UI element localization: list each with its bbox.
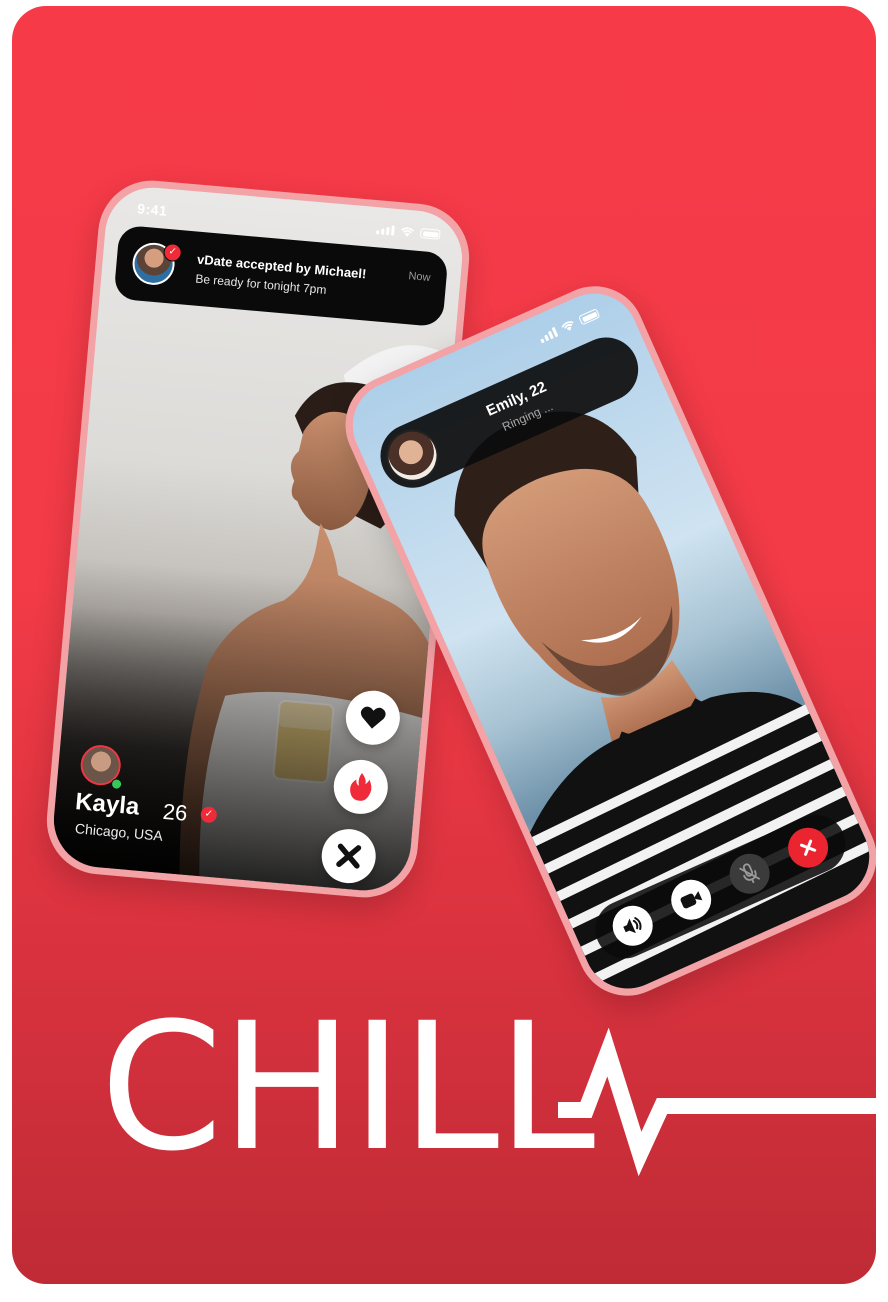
status-icons	[376, 224, 441, 240]
battery-icon	[419, 227, 441, 240]
heart-icon	[360, 706, 386, 729]
signal-icon	[376, 224, 395, 236]
chill-logo: CHILL	[100, 1000, 876, 1178]
flame-icon	[350, 772, 372, 801]
logo-wordmark: CHILL	[100, 985, 595, 1190]
close-icon	[336, 843, 362, 869]
microphone-muted-icon	[739, 863, 761, 884]
promo-card: 9:41 ✓ vDate accepted by Michael! Be rea…	[12, 6, 876, 1284]
end-call-icon	[800, 839, 817, 856]
video-camera-icon	[680, 891, 703, 909]
mute-button[interactable]	[723, 847, 777, 901]
verified-badge-icon: ✓	[162, 242, 183, 263]
wifi-icon	[401, 227, 414, 237]
status-time: 9:41	[136, 200, 168, 219]
profile-age: 26	[161, 798, 189, 826]
speaker-icon	[623, 917, 642, 934]
video-button[interactable]	[664, 873, 718, 927]
speaker-button[interactable]	[606, 899, 660, 953]
notification-time: Now	[407, 270, 431, 285]
end-call-button[interactable]	[781, 821, 835, 875]
profile-name: Kayla	[74, 788, 141, 821]
heartbeat-pulse-icon	[558, 1028, 876, 1177]
